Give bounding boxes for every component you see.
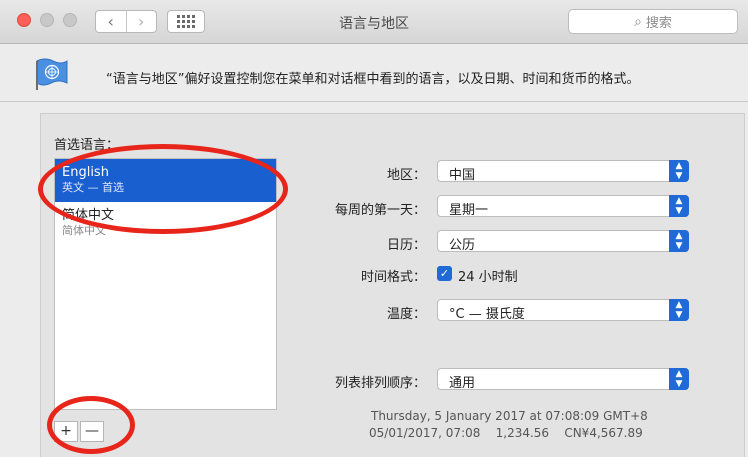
preferred-languages-label: 首选语言： <box>54 138 120 153</box>
first-day-label: 每周的第一天： <box>334 203 426 218</box>
first-day-select[interactable]: 星期一 ▲ ▼ <box>437 195 689 218</box>
search-icon: ⌕ <box>634 13 642 30</box>
checkmark-icon: ✓ <box>439 267 450 280</box>
temperature-label: 温度： <box>386 307 426 322</box>
updown-chevron-icon: ▲ ▼ <box>669 160 689 182</box>
language-subtitle: 简体中文 <box>62 224 106 237</box>
calendar-label: 日历： <box>386 238 426 253</box>
search-field[interactable]: ⌕ 搜索 <box>568 9 738 34</box>
region-label: 地区： <box>386 168 426 183</box>
search-placeholder: 搜索 <box>645 16 672 31</box>
pane-description: “语言与地区”偏好设置控制您在菜单和对话框中看到的语言，以及日期、时间和货币的格… <box>106 72 640 87</box>
window-toolbar: ‹ › 语言与地区 ⌕ 搜索 <box>0 0 748 44</box>
region-select[interactable]: 中国 ▲ ▼ <box>437 160 689 183</box>
language-name: 简体中文 <box>62 208 115 223</box>
time-format-checkbox-label[interactable]: 24 小时制 <box>458 266 518 285</box>
temperature-value: °C — 摄氏度 <box>449 307 525 322</box>
sort-order-value: 通用 <box>449 376 476 391</box>
sort-order-label: 列表排列顺序： <box>334 376 426 391</box>
sample-numbers: 05/01/2017, 07:08 1,234.56 CN¥4,567.89 <box>369 426 643 440</box>
united-nations-flag-icon <box>36 58 68 90</box>
time-format-label: 时间格式： <box>360 270 426 285</box>
language-name: English <box>62 165 109 180</box>
sample-date-time: Thursday, 5 January 2017 at 07:08:09 GMT… <box>371 409 648 423</box>
updown-chevron-icon: ▲ ▼ <box>669 368 689 390</box>
preferred-languages-list[interactable]: English 英文 — 首选 简体中文 简体中文 <box>54 158 277 410</box>
updown-chevron-icon: ▲ ▼ <box>669 195 689 217</box>
language-item-simplified-chinese[interactable]: 简体中文 简体中文 <box>55 202 276 245</box>
add-language-button[interactable]: + <box>54 421 78 442</box>
region-value: 中国 <box>449 168 476 183</box>
language-subtitle: 英文 — 首选 <box>62 181 124 194</box>
updown-chevron-icon: ▲ ▼ <box>669 230 689 252</box>
sort-order-select[interactable]: 通用 ▲ ▼ <box>437 368 689 391</box>
calendar-value: 公历 <box>449 238 476 253</box>
remove-language-button[interactable]: — <box>80 421 104 442</box>
header-divider <box>0 101 748 102</box>
calendar-select[interactable]: 公历 ▲ ▼ <box>437 230 689 253</box>
updown-chevron-icon: ▲ ▼ <box>669 299 689 321</box>
language-item-english[interactable]: English 英文 — 首选 <box>55 159 276 202</box>
first-day-value: 星期一 <box>449 203 489 218</box>
time-format-checkbox[interactable]: ✓ <box>437 266 452 281</box>
temperature-select[interactable]: °C — 摄氏度 ▲ ▼ <box>437 299 689 322</box>
